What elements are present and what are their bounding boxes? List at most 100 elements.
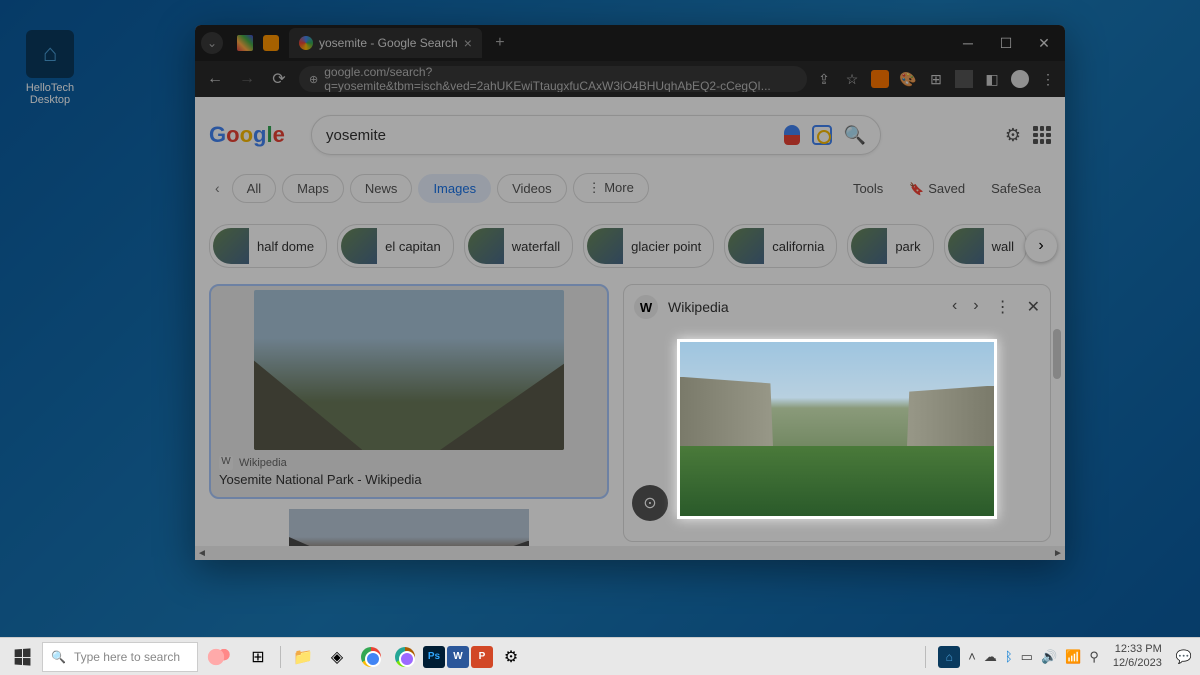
result-thumbnail [254,290,564,450]
url-field[interactable]: ⊕ google.com/search?q=yosemite&tbm=isch&… [299,66,807,92]
share-icon[interactable]: ⇪ [815,70,833,88]
tray-expand-icon[interactable]: ˄ [968,649,976,664]
tab-close-icon[interactable]: × [464,35,472,51]
tools-link[interactable]: Tools [843,181,893,196]
saved-link[interactable]: Saved [899,181,975,196]
photoshop-icon[interactable]: Ps [423,646,445,668]
profile-avatar[interactable] [1011,70,1029,88]
voice-search-icon[interactable] [784,125,800,145]
tab-all[interactable]: All [232,174,276,203]
horizontal-scrollbar[interactable]: ◄ ► [195,546,1065,560]
wikipedia-favicon: W [219,456,233,470]
volume-icon[interactable]: 🔊 [1041,649,1057,665]
chips-scroll-right[interactable]: › [1025,230,1057,262]
tab-news[interactable]: News [350,174,413,203]
sidepanel-icon[interactable]: ◧ [983,70,1001,88]
app-icon-1[interactable]: ◈ [321,642,353,672]
preview-close-icon[interactable]: ✕ [1027,297,1040,317]
google-lens-button[interactable]: ⊙ [632,485,668,521]
search-icon: 🔍 [51,650,66,664]
taskbar-clock[interactable]: 12:33 PM 12/6/2023 [1107,643,1168,669]
settings-taskbar-icon[interactable]: ⚙ [495,642,527,672]
preview-prev-icon[interactable]: ‹ [952,297,957,317]
extension-icon-2[interactable]: 🎨 [899,70,917,88]
chrome-window: ⌄ yosemite - Google Search × + ─ ☐ ✕ ← →… [195,25,1065,560]
pinned-tab-2[interactable] [263,35,279,51]
address-bar: ← → ⟳ ⊕ google.com/search?q=yosemite&tbm… [195,61,1065,97]
google-logo[interactable]: Google [209,120,291,150]
pinned-tab-gmail[interactable] [237,35,253,51]
chrome-menu-icon[interactable]: ⋮ [1039,70,1057,88]
hellotech-icon: ⌂ [26,30,74,78]
onedrive-icon[interactable]: ☁ [984,649,997,665]
panel-scrollbar[interactable] [1053,329,1061,379]
scroll-left-icon[interactable]: ◄ [195,548,209,559]
notifications-icon[interactable]: 💬 [1176,649,1192,665]
word-icon[interactable]: W [447,646,469,668]
related-chips: half dome el capitan waterfall glacier p… [195,214,1065,278]
tab-images[interactable]: Images [418,174,491,203]
chrome-taskbar-icon[interactable] [355,642,387,672]
safesearch-link[interactable]: SafeSea [981,181,1051,196]
bookmark-icon[interactable]: ☆ [843,70,861,88]
chip-waterfall[interactable]: waterfall [464,224,573,268]
search-box[interactable]: 🔍 [311,115,881,155]
desktop-shortcut-label: HelloTech Desktop [10,82,90,106]
preview-source-badge: W [634,295,658,319]
tab-videos[interactable]: Videos [497,174,567,203]
search-button-icon[interactable]: 🔍 [844,125,866,146]
file-explorer-icon[interactable]: 📁 [287,642,319,672]
new-tab-button[interactable]: + [488,31,512,55]
reload-button[interactable]: ⟳ [267,67,291,91]
extensions-icon[interactable]: ⊞ [927,70,945,88]
desktop-shortcut[interactable]: ⌂ HelloTech Desktop [10,30,90,106]
extension-icon-1[interactable] [871,70,889,88]
image-search-icon[interactable] [812,125,832,145]
google-apps-icon[interactable] [1033,126,1051,144]
site-info-icon[interactable]: ⊕ [309,73,318,86]
search-input[interactable] [326,127,774,144]
chrome-canary-icon[interactable] [389,642,421,672]
forward-button[interactable]: → [235,67,259,91]
preview-more-icon[interactable]: ⋮ [995,297,1011,317]
image-preview-panel: W Wikipedia ‹ › ⋮ ✕ ⊙ [623,284,1051,542]
chip-glacier-point[interactable]: glacier point [583,224,714,268]
taskbar-search[interactable]: 🔍 Type here to search [42,642,198,672]
result-source: Wikipedia [239,457,287,469]
powerpoint-icon[interactable]: P [471,646,493,668]
chip-half-dome[interactable]: half dome [209,224,327,268]
cortana-icon[interactable] [200,645,240,669]
back-button[interactable]: ← [203,67,227,91]
tab-maps[interactable]: Maps [282,174,344,203]
tab-title: yosemite - Google Search [319,36,458,50]
task-view-icon[interactable]: ⊞ [242,642,274,672]
tab-more[interactable]: ⋮ More [573,173,649,203]
url-text: google.com/search?q=yosemite&tbm=isch&ve… [324,66,797,92]
preview-image[interactable] [677,339,997,519]
image-result-selected[interactable]: W Wikipedia Yosemite National Park - Wiki… [209,284,609,499]
minimize-button[interactable]: ─ [953,28,983,58]
settings-icon[interactable]: ⚙ [1005,125,1021,146]
hellotech-tray-icon[interactable]: ⌂ [938,646,960,668]
chip-wall[interactable]: wall [944,224,1027,268]
chip-california[interactable]: california [724,224,837,268]
wifi-icon[interactable]: 📶 [1065,649,1081,665]
chip-el-capitan[interactable]: el capitan [337,224,454,268]
taskbar-separator [280,646,281,668]
browser-tab-active[interactable]: yosemite - Google Search × [289,28,482,58]
maximize-button[interactable]: ☐ [991,28,1021,58]
result-title: Yosemite National Park - Wikipedia [219,472,599,487]
battery-icon[interactable]: ▭ [1021,649,1033,665]
chevron-left-icon[interactable]: ‹ [209,180,226,196]
bluetooth-icon[interactable]: ᛒ [1005,649,1013,664]
clock-time: 12:33 PM [1113,643,1162,656]
chip-park[interactable]: park [847,224,933,268]
search-placeholder: Type here to search [74,650,180,664]
scroll-right-icon[interactable]: ► [1051,548,1065,559]
preview-source-name[interactable]: Wikipedia [668,299,729,315]
close-window-button[interactable]: ✕ [1029,28,1059,58]
tab-search-button[interactable]: ⌄ [201,32,223,54]
network-icon[interactable]: ⚲ [1089,649,1099,665]
start-button[interactable] [4,642,40,672]
preview-next-icon[interactable]: › [973,297,978,317]
